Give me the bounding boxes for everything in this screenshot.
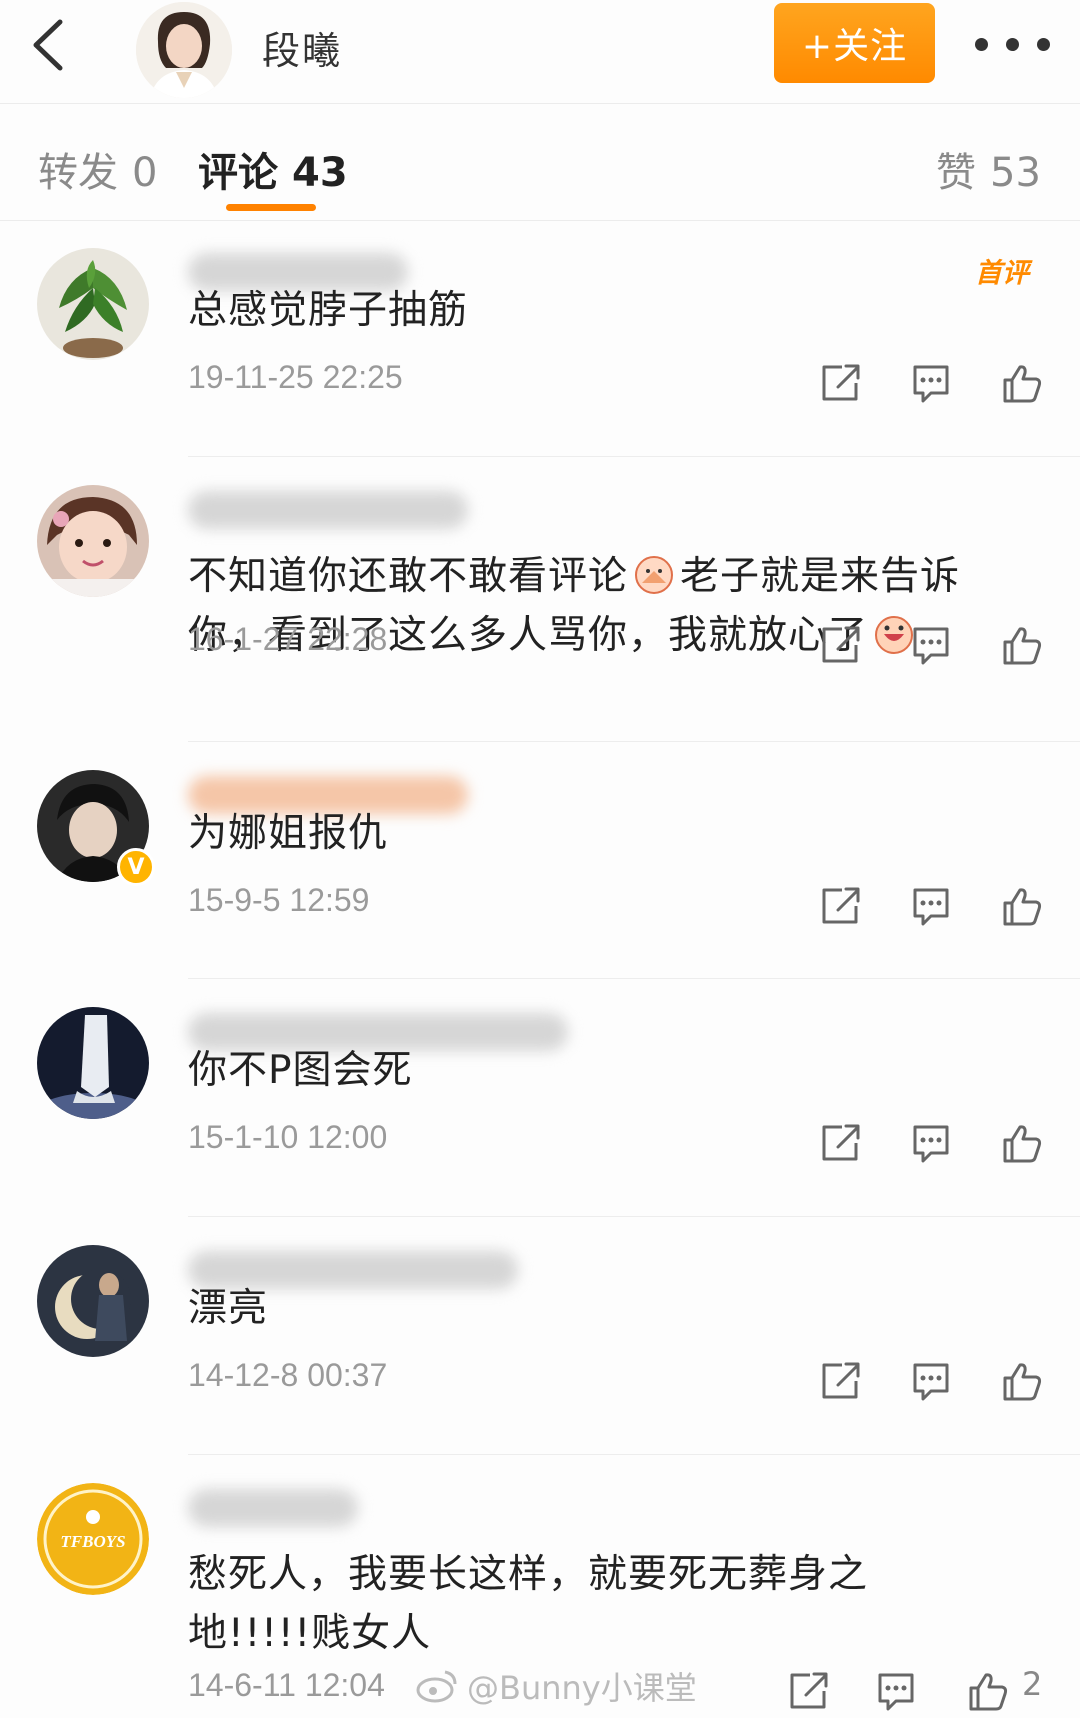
- comment-item[interactable]: 不知道你还敢不敢看评论 老子就是来告诉你，看到了这么多人骂你，我就放心了 16-1…: [0, 457, 1080, 742]
- share-icon[interactable]: [818, 623, 862, 667]
- tab-count: 0: [132, 150, 158, 196]
- tab-label: 赞: [936, 150, 976, 196]
- tab-reposts[interactable]: 转发 0: [38, 140, 157, 198]
- share-icon[interactable]: [818, 361, 862, 405]
- reply-icon[interactable]: [909, 361, 953, 405]
- like-icon[interactable]: [1000, 1121, 1044, 1165]
- comment-item[interactable]: 漂亮 14-12-8 00:37: [0, 1217, 1080, 1455]
- emoji-shy-icon: [635, 556, 674, 594]
- comment-text-part: 不知道你还敢不敢看评论: [188, 554, 629, 599]
- more-button[interactable]: [975, 24, 1071, 64]
- commenter-avatar[interactable]: [37, 485, 149, 597]
- tab-bar: 转发 0 评论 43 赞 53: [0, 104, 1080, 221]
- author-avatar[interactable]: [136, 2, 232, 98]
- like-icon[interactable]: [1000, 884, 1044, 928]
- tab-count: 53: [990, 150, 1041, 196]
- comment-text: 愁死人，我要长这样，就要死无葬身之地!!!!!贱女人: [188, 1552, 869, 1656]
- comment-item[interactable]: V 为娜姐报仇 15-9-5 12:59: [0, 742, 1080, 979]
- like-count: 2: [1022, 1665, 1043, 1703]
- verified-badge: V: [117, 848, 155, 886]
- comment-time: 15-9-5 12:59: [188, 882, 370, 918]
- share-icon[interactable]: [818, 1359, 862, 1403]
- comment-time: 16-1-27 22:28: [188, 621, 388, 657]
- watermark-text: @Bunny小课堂: [467, 1669, 697, 1707]
- comment-time: 14-6-11 12:04: [188, 1667, 385, 1703]
- share-icon[interactable]: [786, 1669, 830, 1713]
- reply-icon[interactable]: [909, 884, 953, 928]
- like-icon[interactable]: [1000, 1359, 1044, 1403]
- commenter-avatar[interactable]: [37, 1245, 149, 1357]
- top-bar: 段曦 +关注: [0, 0, 1080, 104]
- comment-text: 总感觉脖子抽筋: [188, 288, 469, 333]
- tab-label: 转发: [38, 150, 118, 196]
- like-icon[interactable]: [966, 1669, 1010, 1713]
- weibo-logo-icon: [416, 1670, 457, 1703]
- commenter-name-blurred[interactable]: [188, 1489, 358, 1527]
- comment-time: 15-1-10 12:00: [188, 1119, 388, 1155]
- tab-count: 43: [292, 150, 348, 196]
- comment-item[interactable]: 你不P图会死 15-1-10 12:00: [0, 979, 1080, 1217]
- share-icon[interactable]: [818, 884, 862, 928]
- reply-icon[interactable]: [909, 623, 953, 667]
- tab-likes[interactable]: 赞 53: [936, 140, 1041, 198]
- share-icon[interactable]: [818, 1121, 862, 1165]
- tab-comments[interactable]: 评论 43: [198, 140, 348, 198]
- commenter-avatar[interactable]: [37, 1007, 149, 1119]
- like-icon[interactable]: [1000, 623, 1044, 667]
- comment-text: 为娜姐报仇: [188, 811, 389, 856]
- chevron-left-icon: [33, 19, 63, 71]
- comment-time: 19-11-25 22:25: [188, 359, 403, 395]
- commenter-name-blurred[interactable]: [188, 491, 468, 529]
- author-name[interactable]: 段曦: [262, 20, 342, 75]
- tab-label: 评论: [198, 150, 278, 196]
- active-tab-indicator: [226, 204, 316, 211]
- like-icon[interactable]: [1000, 361, 1044, 405]
- follow-button[interactable]: +关注: [774, 3, 935, 83]
- watermark: @Bunny小课堂: [415, 1663, 697, 1709]
- commenter-avatar[interactable]: [37, 248, 149, 360]
- comment-time: 14-12-8 00:37: [188, 1357, 388, 1393]
- comment-text: 漂亮: [188, 1286, 269, 1331]
- comment-text: 你不P图会死: [188, 1048, 413, 1093]
- reply-icon[interactable]: [909, 1359, 953, 1403]
- comment-item[interactable]: 首评 总感觉脖子抽筋 19-11-25 22:25: [0, 221, 1080, 457]
- commenter-avatar[interactable]: TFBOYS: [37, 1483, 149, 1595]
- more-dots-icon: [975, 37, 1050, 51]
- reply-icon[interactable]: [909, 1121, 953, 1165]
- back-button[interactable]: [24, 14, 84, 76]
- tfboys-logo-text: TFBOYS: [60, 1532, 125, 1551]
- reply-icon[interactable]: [874, 1669, 918, 1713]
